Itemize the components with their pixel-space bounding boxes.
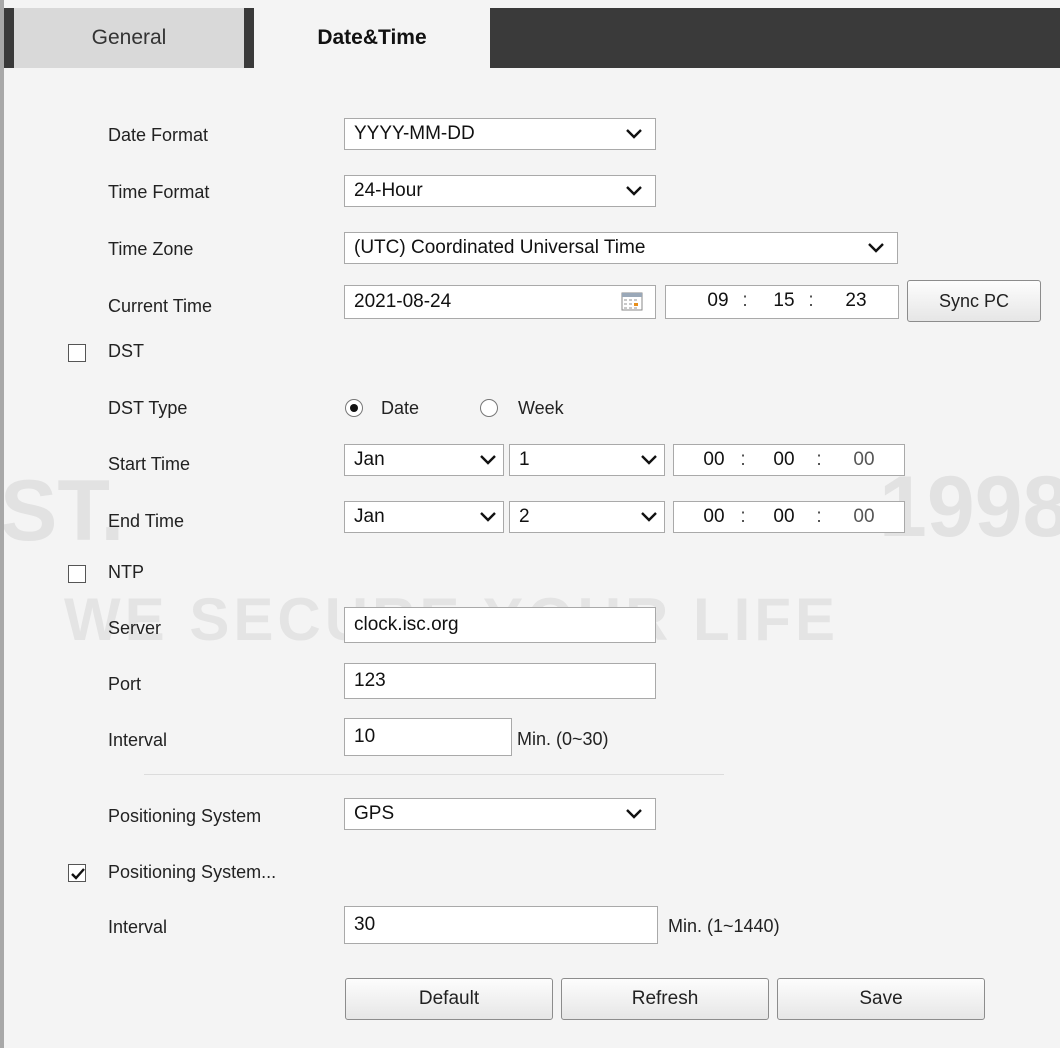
dst-type-week-radio[interactable] xyxy=(480,399,498,417)
ntp-label: NTP xyxy=(108,562,144,582)
end-time-minute: 00 xyxy=(773,506,795,527)
dst-label: DST xyxy=(108,341,144,361)
time-zone-select[interactable]: (UTC) Coordinated Universal Time xyxy=(344,232,898,264)
calendar-icon[interactable] xyxy=(621,291,643,311)
time-separator: : xyxy=(740,506,746,527)
current-date-input[interactable]: 2021-08-24 xyxy=(344,285,656,319)
chevron-down-icon xyxy=(479,449,497,469)
server-label: Server xyxy=(108,618,162,638)
interval-input[interactable]: 10 xyxy=(344,718,512,756)
port-label: Port xyxy=(108,674,142,694)
port-input[interactable]: 123 xyxy=(344,663,656,699)
checkmark-icon xyxy=(71,868,85,880)
dst-type-label: DST Type xyxy=(108,398,188,418)
dst-type-week-label: Week xyxy=(518,398,564,418)
interval-label: Interval xyxy=(108,730,168,750)
refresh-button[interactable]: Refresh xyxy=(561,978,769,1020)
current-time-hour: 09 xyxy=(707,290,729,311)
time-zone-value: (UTC) Coordinated Universal Time xyxy=(354,237,646,258)
save-button[interactable]: Save xyxy=(777,978,985,1020)
start-day-select[interactable]: 1 xyxy=(509,444,665,476)
interval2-hint: Min. (1~1440) xyxy=(668,916,780,936)
tab-bar: General Date&Time xyxy=(4,8,1060,68)
server-value: clock.isc.org xyxy=(354,614,459,635)
time-zone-label: Time Zone xyxy=(108,239,194,259)
date-format-value: YYYY-MM-DD xyxy=(354,123,475,144)
time-format-label: Time Format xyxy=(108,182,210,202)
dst-checkbox[interactable] xyxy=(68,344,86,362)
end-time-label: End Time xyxy=(108,511,185,531)
start-time-hour: 00 xyxy=(703,449,725,470)
server-input[interactable]: clock.isc.org xyxy=(344,607,656,643)
default-button[interactable]: Default xyxy=(345,978,553,1020)
positioning-system-label: Positioning System xyxy=(108,806,262,826)
date-format-select[interactable]: YYYY-MM-DD xyxy=(344,118,656,150)
start-month-value: Jan xyxy=(354,449,385,470)
end-day-value: 2 xyxy=(519,506,530,527)
current-time-label: Current Time xyxy=(108,296,213,316)
end-month-select[interactable]: Jan xyxy=(344,501,504,533)
start-time-second: 00 xyxy=(853,449,875,470)
chevron-down-icon xyxy=(640,506,658,526)
start-time-input[interactable]: 00 : 00 : 00 xyxy=(673,444,905,476)
chevron-down-icon xyxy=(479,506,497,526)
radio-selected-dot xyxy=(350,404,358,412)
watermark-year: 1998 xyxy=(879,459,1060,555)
chevron-down-icon xyxy=(867,237,885,257)
watermark-est: ST. xyxy=(0,463,125,559)
time-separator: : xyxy=(816,449,822,470)
dst-type-date-radio[interactable] xyxy=(345,399,363,417)
interval2-value: 30 xyxy=(354,914,376,935)
chevron-down-icon xyxy=(625,803,643,823)
sync-pc-button[interactable]: Sync PC xyxy=(907,280,1041,322)
positioning-system-enable-label: Positioning System... xyxy=(108,862,277,882)
time-separator: : xyxy=(808,290,814,311)
interval-value: 10 xyxy=(354,726,376,747)
tab-general[interactable]: General xyxy=(14,8,244,68)
current-date-value: 2021-08-24 xyxy=(354,291,452,312)
interval2-label: Interval xyxy=(108,917,168,937)
dst-type-date-label: Date xyxy=(381,398,420,418)
time-separator: : xyxy=(816,506,822,527)
time-format-value: 24-Hour xyxy=(354,180,423,201)
end-time-second: 00 xyxy=(853,506,875,527)
time-separator: : xyxy=(740,449,746,470)
chevron-down-icon xyxy=(640,449,658,469)
chevron-down-icon xyxy=(625,123,643,143)
start-time-minute: 00 xyxy=(773,449,795,470)
ntp-checkbox[interactable] xyxy=(68,565,86,583)
end-day-select[interactable]: 2 xyxy=(509,501,665,533)
positioning-system-checkbox[interactable] xyxy=(68,864,86,882)
end-time-hour: 00 xyxy=(703,506,725,527)
end-time-input[interactable]: 00 : 00 : 00 xyxy=(673,501,905,533)
date-format-label: Date Format xyxy=(108,125,209,145)
chevron-down-icon xyxy=(625,180,643,200)
interval-hint: Min. (0~30) xyxy=(517,729,609,749)
current-time-second: 23 xyxy=(845,290,867,311)
time-format-select[interactable]: 24-Hour xyxy=(344,175,656,207)
current-time-minute: 15 xyxy=(773,290,795,311)
start-time-label: Start Time xyxy=(108,454,191,474)
section-divider xyxy=(144,774,724,775)
end-month-value: Jan xyxy=(354,506,385,527)
date-time-settings-panel: ST. 1998 WE SECURE YOUR LIFE General Dat… xyxy=(0,0,1060,1048)
positioning-system-select[interactable]: GPS xyxy=(344,798,656,830)
tab-date-time[interactable]: Date&Time xyxy=(254,8,490,68)
start-month-select[interactable]: Jan xyxy=(344,444,504,476)
time-separator: : xyxy=(742,290,748,311)
current-time-input[interactable]: 09 : 15 : 23 xyxy=(665,285,899,319)
port-value: 123 xyxy=(354,670,386,691)
start-day-value: 1 xyxy=(519,449,530,470)
positioning-system-value: GPS xyxy=(354,803,395,824)
interval2-input[interactable]: 30 xyxy=(344,906,658,944)
